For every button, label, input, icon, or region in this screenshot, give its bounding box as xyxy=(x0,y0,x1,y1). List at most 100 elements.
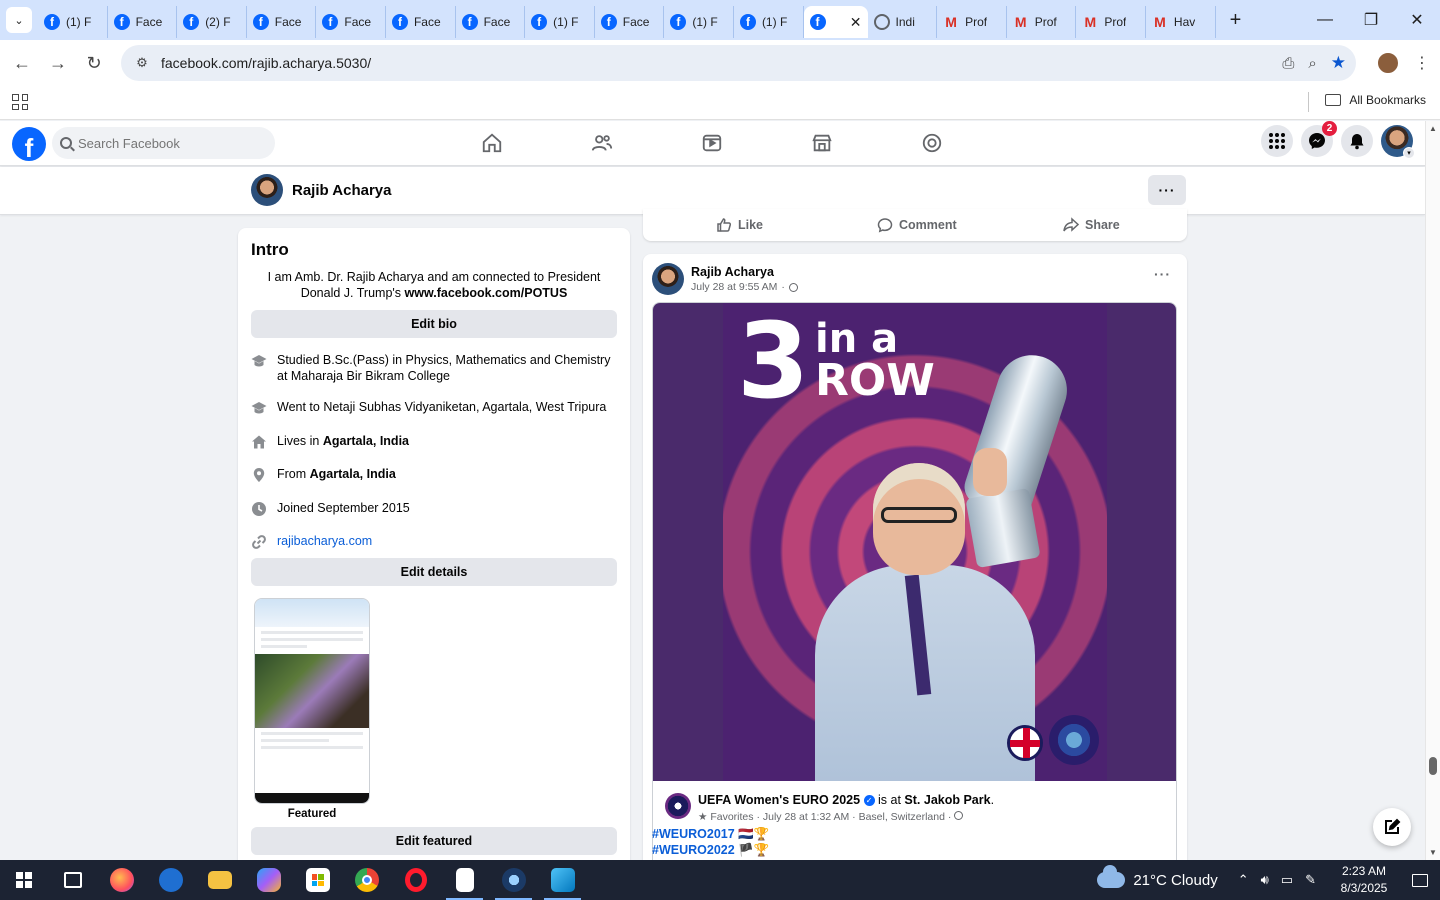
profile-avatar[interactable] xyxy=(251,174,283,206)
featured-thumbnail[interactable] xyxy=(254,598,370,804)
network-icon[interactable]: ▭ xyxy=(1281,872,1293,888)
shared-place-name[interactable]: St. Jakob Park xyxy=(904,793,990,807)
apps-icon[interactable] xyxy=(12,94,28,110)
page-scrollbar[interactable]: ▲ ▼ xyxy=(1425,121,1440,860)
scroll-up-arrow-icon[interactable]: ▲ xyxy=(1429,124,1437,133)
home-nav-icon[interactable] xyxy=(480,131,504,155)
post-author-avatar[interactable] xyxy=(652,263,684,295)
post-time-text[interactable]: July 28 at 9:55 AM xyxy=(691,281,777,293)
browser-tab[interactable]: f (1) F xyxy=(664,6,734,38)
maximize-button[interactable]: ❐ xyxy=(1348,0,1394,40)
friends-nav-icon[interactable] xyxy=(590,131,614,155)
shared-page-name[interactable]: UEFA Women's EURO 2025 xyxy=(698,793,860,807)
messenger-button[interactable]: 2 xyxy=(1301,121,1337,157)
like-button[interactable]: Like xyxy=(716,217,763,233)
video-nav-icon[interactable] xyxy=(700,131,724,155)
all-bookmarks-button[interactable]: All Bookmarks xyxy=(1325,86,1426,114)
notifications-button[interactable] xyxy=(1341,125,1373,157)
profile-name[interactable]: Rajib Acharya xyxy=(292,182,392,199)
minimize-button[interactable]: — xyxy=(1302,0,1348,40)
hashtag-line: #WEURO2022 🏴🏆 xyxy=(652,842,769,858)
browser-tab[interactable]: f (1) F xyxy=(38,6,108,38)
notification-center-button[interactable] xyxy=(1400,860,1440,900)
forward-button[interactable]: → xyxy=(40,45,76,81)
chevron-up-icon[interactable]: ⌃ xyxy=(1238,872,1249,888)
install-app-icon[interactable]: ⎙ xyxy=(1282,55,1294,72)
marketplace-nav-icon[interactable] xyxy=(810,131,834,155)
browser-tab[interactable]: f Face xyxy=(386,6,456,38)
bookmark-star-icon[interactable]: ★ xyxy=(1331,53,1346,73)
pen-icon[interactable]: ✎ xyxy=(1305,872,1316,888)
taskbar-chrome[interactable] xyxy=(342,860,391,900)
close-window-button[interactable]: ✕ xyxy=(1394,0,1440,40)
facebook-logo-icon[interactable]: f xyxy=(12,127,46,161)
browser-tab[interactable]: f Face xyxy=(247,6,317,38)
browser-tab[interactable]: f (1) F xyxy=(525,6,595,38)
tab-label: Face xyxy=(483,15,511,29)
browser-tab[interactable]: f (1) F xyxy=(734,6,804,38)
taskbar-opera[interactable] xyxy=(391,860,440,900)
firefox-icon xyxy=(109,868,134,892)
start-button[interactable] xyxy=(0,860,48,900)
browser-tab[interactable]: f (2) F xyxy=(177,6,247,38)
browser-tab[interactable]: f ✕ xyxy=(803,6,868,38)
taskbar-notepad[interactable] xyxy=(440,860,489,900)
back-button[interactable]: ← xyxy=(4,45,40,81)
edit-bio-button[interactable]: Edit bio xyxy=(251,310,617,338)
taskbar-file-explorer[interactable] xyxy=(195,860,244,900)
taskbar-app-blue[interactable] xyxy=(146,860,195,900)
taskbar-clock[interactable]: 2:23 AM 8/3/2025 xyxy=(1328,863,1400,897)
taskbar-photos[interactable] xyxy=(538,860,587,900)
comment-button[interactable]: Comment xyxy=(877,217,957,233)
search-input[interactable] xyxy=(78,135,258,151)
edit-featured-button[interactable]: Edit featured xyxy=(251,827,617,855)
browser-tab[interactable]: M Prof xyxy=(1076,6,1146,38)
scroll-down-arrow-icon[interactable]: ▼ xyxy=(1429,848,1437,857)
tab-search-button[interactable]: ⌄ xyxy=(6,7,32,33)
hashtag-link[interactable]: #WEURO2017 xyxy=(652,827,735,841)
edit-details-button[interactable]: Edit details xyxy=(251,558,617,586)
uefa-page-avatar[interactable] xyxy=(665,793,691,819)
browser-tab[interactable]: f Face xyxy=(108,6,178,38)
share-button[interactable]: Share xyxy=(1063,217,1120,233)
browser-tab[interactable]: f Face xyxy=(456,6,526,38)
gaming-nav-icon[interactable] xyxy=(920,131,944,155)
browser-tab[interactable]: M Prof xyxy=(937,6,1007,38)
browser-tab[interactable]: f Face xyxy=(316,6,386,38)
website-link[interactable]: rajibacharya.com xyxy=(277,533,372,550)
zoom-icon[interactable]: ⌕ xyxy=(1308,55,1316,72)
post-image[interactable]: 3 in a ROW xyxy=(653,303,1176,781)
task-view-button[interactable] xyxy=(48,860,97,900)
taskbar-firefox[interactable] xyxy=(97,860,146,900)
address-bar[interactable]: ⚙ facebook.com/rajib.acharya.5030/ ⎙ ⌕ ★ xyxy=(121,45,1356,81)
browser-tab[interactable]: M Prof xyxy=(1007,6,1077,38)
weather-widget[interactable]: 21°C Cloudy xyxy=(1097,865,1218,889)
browser-menu-icon[interactable]: ⋮ xyxy=(1414,53,1430,73)
detail-place-link[interactable]: Agartala, India xyxy=(310,467,396,481)
menu-grid-button[interactable] xyxy=(1261,125,1293,157)
taskbar-copilot[interactable] xyxy=(244,860,293,900)
taskbar-app-dark[interactable] xyxy=(489,860,538,900)
site-info-icon[interactable]: ⚙ xyxy=(127,55,157,71)
post-author-name[interactable]: Rajib Acharya xyxy=(691,265,774,279)
taskbar-store[interactable] xyxy=(293,860,342,900)
detail-place-link[interactable]: Agartala, India xyxy=(323,434,409,448)
new-message-button[interactable] xyxy=(1373,808,1411,846)
facebook-search[interactable] xyxy=(52,127,275,159)
url-text[interactable]: facebook.com/rajib.acharya.5030/ xyxy=(161,55,371,71)
post-more-button[interactable]: ··· xyxy=(1154,266,1171,282)
browser-tab[interactable]: Indi xyxy=(868,6,938,38)
bio-link[interactable]: www.facebook.com/POTUS xyxy=(405,286,568,300)
new-tab-button[interactable]: + xyxy=(1222,6,1250,34)
browser-tab[interactable]: f Face xyxy=(595,6,665,38)
account-avatar[interactable]: ▾ xyxy=(1381,125,1415,159)
tab-close-icon[interactable]: ✕ xyxy=(850,14,862,31)
shared-post-header: UEFA Women's EURO 2025 ✓ is at St. Jakob… xyxy=(653,781,1176,823)
reload-button[interactable]: ↻ xyxy=(76,45,112,81)
profile-more-button[interactable]: ··· xyxy=(1148,175,1186,205)
browser-tab[interactable]: M Hav xyxy=(1146,6,1216,38)
browser-profile-avatar[interactable] xyxy=(1376,51,1400,75)
hashtag-link[interactable]: #WEURO2022 xyxy=(652,843,735,857)
scroll-thumb[interactable] xyxy=(1429,757,1437,775)
volume-icon[interactable]: 🔊︎ xyxy=(1261,872,1269,888)
